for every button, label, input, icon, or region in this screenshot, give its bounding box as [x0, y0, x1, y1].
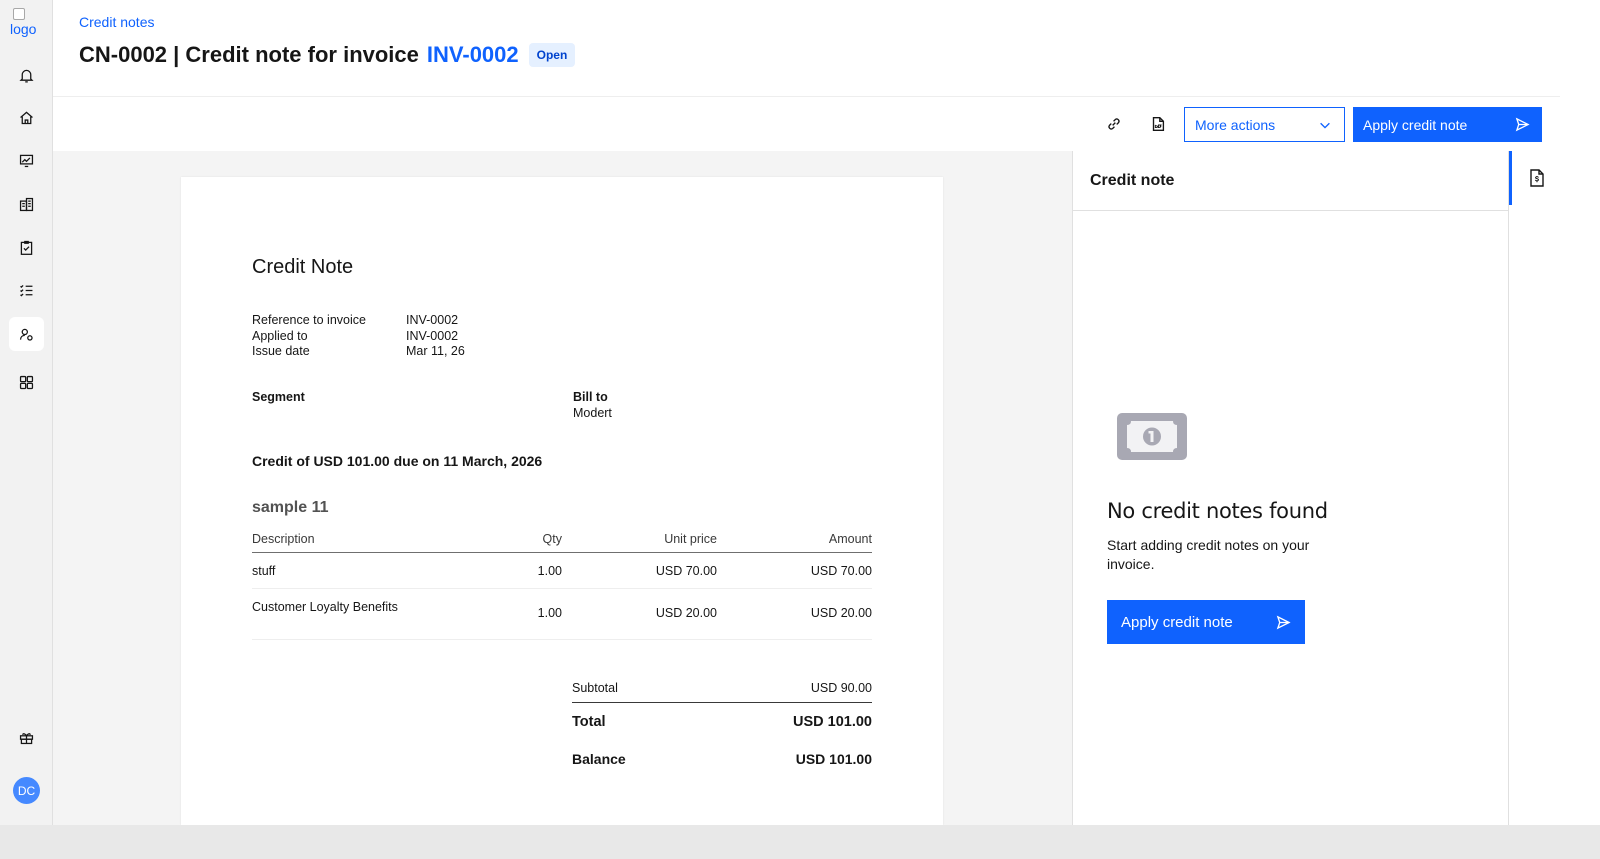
subtotal-row: Subtotal USD 90.00 — [572, 674, 872, 703]
apply-credit-note-panel-label: Apply credit note — [1121, 613, 1233, 631]
bill-to: Bill to Modert — [573, 390, 612, 421]
cell-unit-price: USD 70.00 — [655, 563, 717, 578]
document-title: Credit Note — [252, 256, 354, 278]
page-title: CN-0002 | Credit note for invoice INV-00… — [79, 42, 576, 68]
analytics-icon — [19, 154, 34, 167]
table-row: stuff 1.00 USD 70.00 USD 70.00 — [252, 553, 872, 589]
home-icon — [20, 111, 33, 124]
task-list-icon — [20, 284, 33, 297]
building-icon — [19, 197, 34, 211]
column-header-qty: Qty — [542, 532, 562, 546]
subtotal-value: USD 90.00 — [810, 681, 872, 695]
invoice-link[interactable]: INV-0002 — [427, 42, 519, 68]
panel-rail — [1508, 151, 1560, 825]
window-edge — [1560, 0, 1600, 845]
cell-qty: 1.00 — [537, 563, 562, 578]
sidebar-item-lists[interactable] — [9, 273, 44, 307]
apply-credit-note-panel-button[interactable]: Apply credit note — [1107, 600, 1305, 644]
sidebar-item-notifications[interactable] — [9, 58, 44, 92]
panel-title: Credit note — [1073, 151, 1508, 211]
breadcrumb-credit-notes[interactable]: Credit notes — [79, 14, 154, 30]
meta-label: Applied to — [252, 328, 308, 343]
credit-note-document: Credit Note Reference to invoice INV-000… — [181, 177, 943, 825]
empty-state-title: No credit notes found — [1107, 499, 1328, 523]
title-text: CN-0002 | Credit note for invoice — [79, 42, 419, 67]
apps-grid-icon — [19, 375, 34, 389]
sidebar-item-customers[interactable] — [9, 317, 44, 351]
balance-row: Balance USD 101.00 — [572, 741, 872, 777]
pdf-icon — [1152, 117, 1165, 131]
sidebar-item-rewards[interactable] — [9, 720, 44, 754]
column-header-unit-price: Unit price — [664, 532, 717, 546]
credit-note-panel: Credit note No credit notes found Start … — [1072, 151, 1508, 825]
sidebar-item-home[interactable] — [9, 100, 44, 134]
logo[interactable]: logo — [10, 8, 44, 44]
cell-unit-price: USD 20.00 — [655, 606, 717, 620]
segment-label: Segment — [252, 390, 305, 404]
column-header-amount: Amount — [828, 532, 872, 546]
cell-qty: 1.00 — [537, 606, 562, 620]
credit-summary: Credit of USD 101.00 due on 11 March, 20… — [252, 453, 543, 469]
page-header: Credit notes CN-0002 | Credit note for i… — [53, 0, 1600, 97]
total-label: Total — [572, 714, 606, 730]
subtotal-label: Subtotal — [572, 681, 618, 695]
meta-label: Reference to invoice — [252, 313, 366, 327]
meta-value: Mar 11, 26 — [406, 344, 465, 358]
balance-label: Balance — [572, 751, 626, 767]
meta-value: INV-0002 — [406, 313, 459, 327]
sidebar: logo DC — [0, 0, 53, 845]
table-header: Description Qty Unit price Amount — [252, 526, 872, 553]
apply-credit-note-label: Apply credit note — [1363, 116, 1468, 133]
bell-icon — [19, 69, 34, 83]
user-settings-icon — [19, 328, 33, 341]
more-actions-dropdown[interactable]: More actions — [1184, 107, 1345, 142]
empty-state-text: Start adding credit notes on your invoic… — [1107, 537, 1310, 572]
sidebar-item-analytics[interactable] — [9, 143, 44, 177]
sidebar-item-apps[interactable] — [9, 365, 44, 399]
money-icon — [1117, 413, 1187, 460]
document-meta: Reference to invoice INV-0002 Applied to… — [252, 313, 465, 360]
column-header-description: Description — [252, 532, 315, 546]
meta-row: Issue date Mar 11, 26 — [252, 344, 465, 360]
document-dollar-icon — [1529, 169, 1544, 187]
link-icon — [1108, 118, 1120, 130]
tab-credit-note[interactable] — [1509, 151, 1561, 205]
meta-row: Reference to invoice INV-0002 — [252, 313, 465, 329]
cell-amount: USD 20.00 — [810, 606, 872, 620]
toolbar: More actions Apply credit note — [53, 97, 1600, 151]
logo-alt-text: logo — [10, 21, 37, 37]
app: logo DC Credit notes CN-0002 | Credit no… — [0, 0, 1600, 859]
bill-to-value: Modert — [573, 405, 612, 420]
meta-value: INV-0002 — [406, 328, 459, 343]
broken-image-icon — [13, 8, 25, 20]
line-items-table: Description Qty Unit price Amount stuff … — [252, 526, 872, 640]
copy-link-button[interactable] — [1103, 113, 1125, 135]
total-value: USD 101.00 — [793, 714, 872, 730]
more-actions-label: More actions — [1195, 116, 1276, 133]
send-icon — [1276, 615, 1291, 629]
cell-description: Customer Loyalty Benefits — [252, 600, 398, 614]
chevron-down-icon — [1320, 122, 1330, 129]
section-title: sample 11 — [252, 499, 329, 516]
sidebar-item-tasks[interactable] — [9, 230, 44, 264]
cell-description: stuff — [252, 563, 276, 578]
download-pdf-button[interactable] — [1147, 113, 1169, 135]
totals: Subtotal USD 90.00 Total USD 101.00 Bala… — [572, 674, 872, 777]
bottom-bar — [0, 825, 1600, 859]
document-preview-area: Credit Note Reference to invoice INV-000… — [53, 151, 1072, 825]
cell-amount: USD 70.00 — [810, 563, 872, 578]
balance-value: USD 101.00 — [795, 751, 872, 767]
meta-label: Issue date — [252, 344, 310, 358]
total-row: Total USD 101.00 — [572, 703, 872, 741]
apply-credit-note-button[interactable]: Apply credit note — [1353, 107, 1542, 142]
meta-row: Applied to INV-0002 — [252, 329, 465, 345]
clipboard-check-icon — [20, 240, 33, 255]
sidebar-item-buildings[interactable] — [9, 187, 44, 221]
bill-to-label: Bill to — [573, 390, 608, 404]
gift-icon — [19, 732, 34, 744]
avatar[interactable]: DC — [13, 777, 40, 804]
table-row: Customer Loyalty Benefits 1.00 USD 20.00… — [252, 589, 872, 640]
status-badge: Open — [528, 43, 576, 67]
send-icon — [1515, 117, 1530, 132]
